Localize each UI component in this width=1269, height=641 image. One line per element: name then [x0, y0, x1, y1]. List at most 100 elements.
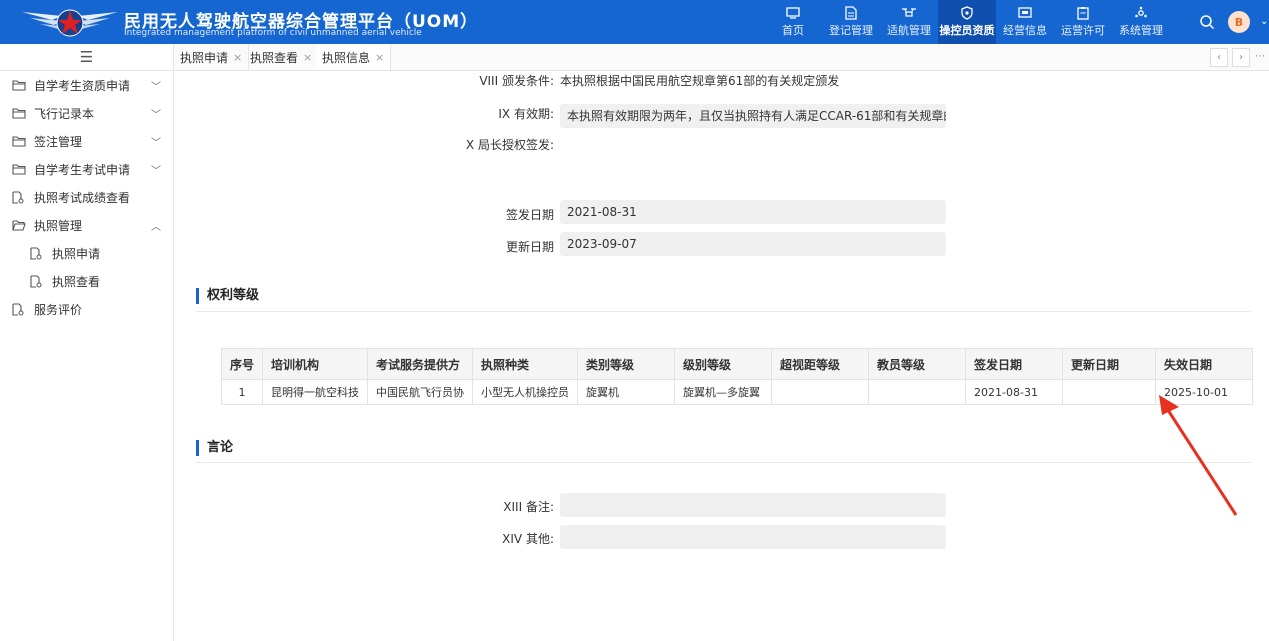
- close-icon[interactable]: ×: [375, 51, 384, 64]
- doc-search-icon: [30, 274, 44, 288]
- cell-class-level: 旋翼机—多旋翼: [674, 379, 773, 405]
- cell-instructor-level: [868, 379, 967, 405]
- close-icon[interactable]: ×: [303, 51, 312, 64]
- sidebar-item-license-apply[interactable]: 执照申请: [0, 239, 173, 267]
- column-header: 更新日期: [1062, 348, 1157, 380]
- column-header: 考试服务提供方: [367, 348, 474, 380]
- authorized-sign-label: X 局长授权签发:: [465, 138, 554, 152]
- nav-home[interactable]: 首页: [764, 0, 822, 44]
- nav-system-management[interactable]: 系统管理: [1112, 0, 1170, 44]
- monitor-icon: [785, 6, 801, 20]
- settings-icon: [1133, 6, 1149, 20]
- divider: [196, 311, 1251, 312]
- table-header-row: 序号 培训机构 考试服务提供方 执照种类 类别等级 级别等级 超视距等级 教员等…: [220, 348, 1254, 380]
- remark-label: XIII 备注:: [503, 500, 554, 514]
- sidebar-item-exam-scores[interactable]: 执照考试成绩查看: [0, 183, 173, 211]
- validity-label: IX 有效期:: [498, 107, 554, 121]
- column-header: 执照种类: [472, 348, 579, 380]
- sidebar-item-label: 执照申请: [52, 246, 101, 261]
- folder-icon: [12, 106, 26, 120]
- cell-training-org: 昆明得一航空科技: [262, 379, 369, 405]
- cell-exam-provider: 中国民航飞行员协: [367, 379, 474, 405]
- sidebar-item-flight-logbook[interactable]: 飞行记录本 ﹀: [0, 99, 173, 127]
- validity-field[interactable]: 本执照有效期限为两年，且仅当执照持有人满足CCAR-61部和有关规章的训练要: [560, 104, 946, 128]
- folder-open-icon: [12, 218, 26, 232]
- sidebar-item-label: 飞行记录本: [34, 106, 95, 121]
- column-header: 失效日期: [1155, 348, 1254, 380]
- remarks-section-title: 言论: [196, 440, 233, 456]
- remark-field[interactable]: [560, 493, 946, 517]
- doc-search-icon: [12, 302, 26, 316]
- sidebar-item-service-evaluation[interactable]: 服务评价: [0, 295, 173, 323]
- nav-airworthiness[interactable]: 适航管理: [880, 0, 938, 44]
- search-icon[interactable]: [1198, 13, 1216, 31]
- tab-label: 执照申请: [180, 50, 229, 65]
- cell-license-type: 小型无人机操控员: [472, 379, 579, 405]
- folder-icon: [12, 162, 26, 176]
- doc-search-icon: [12, 190, 26, 204]
- cell-index: 1: [220, 379, 264, 405]
- nav-operator-qualification[interactable]: 操控员资质: [938, 0, 996, 44]
- clipboard-icon: [1075, 6, 1091, 20]
- document-icon: [843, 6, 859, 20]
- cell-update-date: [1062, 379, 1157, 405]
- nav-system-management-label: 系统管理: [1119, 24, 1163, 37]
- nav-operator-qualification-label: 操控员资质: [939, 24, 995, 37]
- table-row[interactable]: 1 昆明得一航空科技 中国民航飞行员协 小型无人机操控员 旋翼机 旋翼机—多旋翼…: [220, 379, 1254, 405]
- user-avatar[interactable]: B: [1228, 11, 1250, 33]
- chevron-down-icon: ﹀: [151, 166, 161, 177]
- column-header: 序号: [220, 348, 264, 380]
- tab-license-view[interactable]: 执照查看 ×: [244, 44, 320, 70]
- sidebar-item-label: 服务评价: [34, 302, 83, 317]
- sidebar-item-label: 签注管理: [34, 134, 83, 149]
- nav-registration[interactable]: 登记管理: [822, 0, 880, 44]
- close-icon[interactable]: ×: [233, 51, 242, 64]
- chevron-down-icon[interactable]: ⌄: [1260, 16, 1268, 27]
- cell-bvlos-level: [771, 379, 870, 405]
- rights-table: 序号 培训机构 考试服务提供方 执照种类 类别等级 级别等级 超视距等级 教员等…: [220, 348, 1254, 405]
- update-date-field[interactable]: 2023-09-07: [560, 232, 946, 256]
- nav-operation-license[interactable]: 运营许可: [1054, 0, 1112, 44]
- nav-registration-label: 登记管理: [829, 24, 873, 37]
- top-header: 民用无人驾驶航空器综合管理平台（UOM） Integrated manageme…: [0, 0, 1269, 44]
- nav-airworthiness-label: 适航管理: [887, 24, 931, 37]
- more-icon[interactable]: ⋯: [1254, 48, 1266, 65]
- nav-operation-license-label: 运营许可: [1061, 24, 1105, 37]
- sidebar-item-endorsement[interactable]: 签注管理 ﹀: [0, 127, 173, 155]
- column-header: 级别等级: [674, 348, 773, 380]
- cell-category-level: 旋翼机: [577, 379, 676, 405]
- rights-section-title: 权利等级: [196, 288, 259, 304]
- column-header: 培训机构: [262, 348, 369, 380]
- column-header: 类别等级: [577, 348, 676, 380]
- caac-logo: [22, 9, 118, 37]
- update-date-label: 更新日期: [505, 240, 554, 254]
- chevron-down-icon: ﹀: [151, 138, 161, 149]
- other-field[interactable]: [560, 525, 946, 549]
- tab-license-apply[interactable]: 执照申请 ×: [174, 44, 250, 70]
- shield-icon: [959, 6, 975, 20]
- hamburger-menu-icon[interactable]: ☰: [0, 44, 173, 71]
- column-header: 教员等级: [868, 348, 967, 380]
- column-header: 签发日期: [965, 348, 1064, 380]
- tab-label: 执照信息: [322, 50, 371, 65]
- tab-scroll-right-icon[interactable]: ›: [1232, 48, 1250, 67]
- folder-icon: [12, 78, 26, 92]
- tab-scroll-left-icon[interactable]: ‹: [1210, 48, 1228, 67]
- cell-issue-date: 2021-08-31: [965, 379, 1064, 405]
- sidebar-item-selfstudy-exam[interactable]: 自学考生考试申请 ﹀: [0, 155, 173, 183]
- sidebar-item-selfstudy-qualification[interactable]: 自学考生资质申请 ﹀: [0, 71, 173, 99]
- annotation-arrow-icon: [1159, 395, 1238, 516]
- issue-date-field[interactable]: 2021-08-31: [560, 200, 946, 224]
- sidebar-item-label: 执照考试成绩查看: [34, 190, 131, 205]
- issue-date-label: 签发日期: [505, 208, 554, 222]
- sidebar-item-label: 执照查看: [52, 274, 101, 289]
- divider: [196, 462, 1251, 463]
- sidebar-item-license-view[interactable]: 执照查看: [0, 267, 173, 295]
- folder-icon: [12, 134, 26, 148]
- sidebar-item-license-management[interactable]: 执照管理 ︿: [0, 211, 173, 239]
- nav-business-info[interactable]: 经营信息: [996, 0, 1054, 44]
- tab-bar: 执照申请 × 执照查看 × 执照信息 × ‹ › ⋯: [174, 44, 1269, 71]
- drone-icon: [901, 6, 917, 20]
- chevron-down-icon: ﹀: [151, 82, 161, 93]
- tab-license-info[interactable]: 执照信息 ×: [316, 44, 392, 70]
